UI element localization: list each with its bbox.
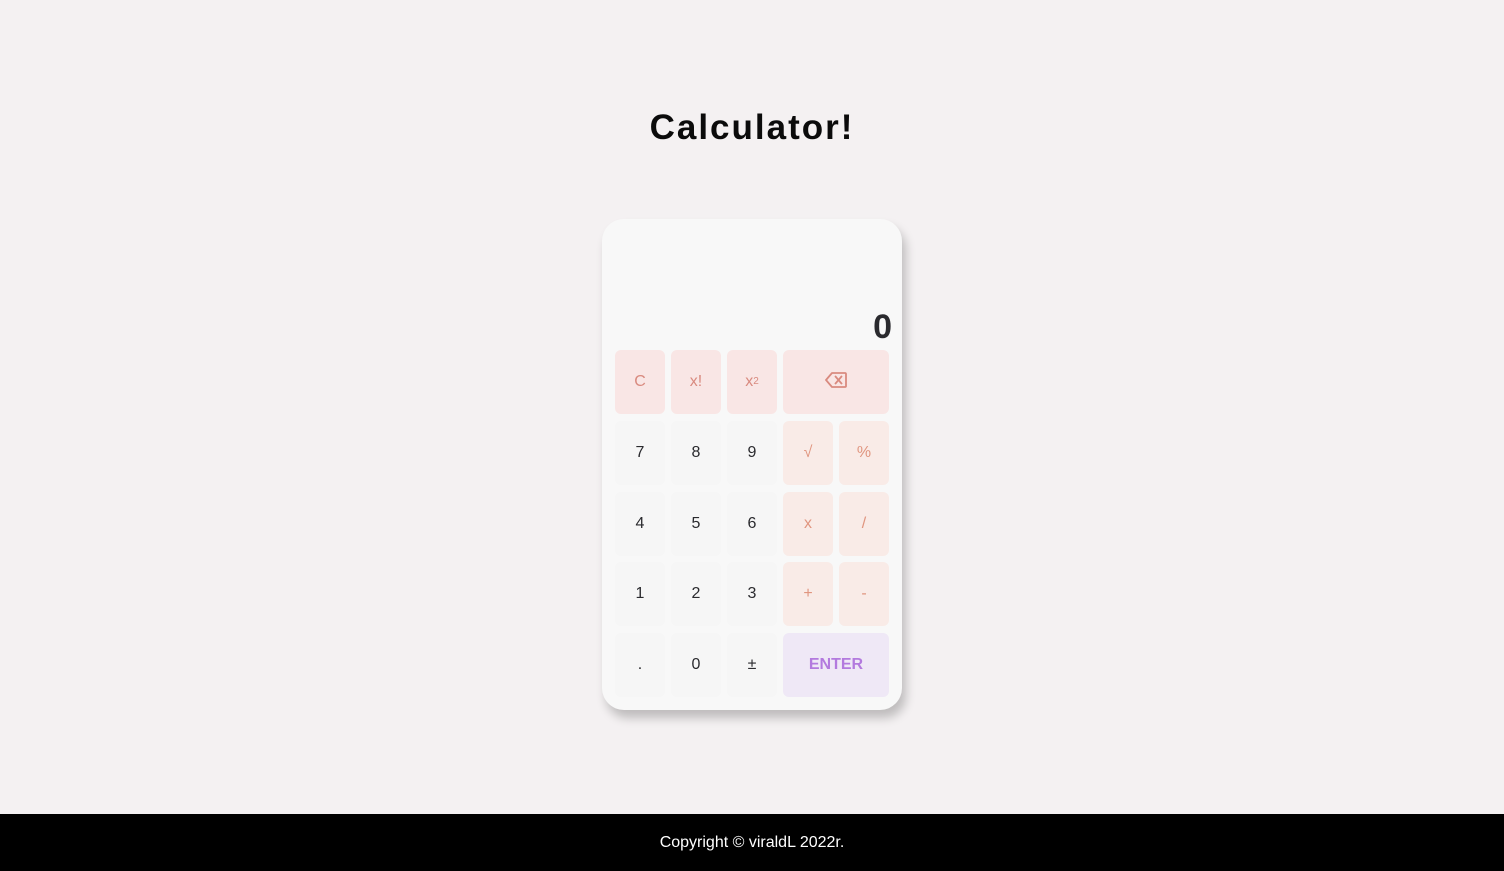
plus-button[interactable]: +	[783, 562, 833, 626]
digit-6-button[interactable]: 6	[727, 492, 777, 556]
factorial-button[interactable]: x!	[671, 350, 721, 414]
plus-minus-button[interactable]: ±	[727, 633, 777, 697]
percent-button[interactable]: %	[839, 421, 889, 485]
digit-1-button[interactable]: 1	[615, 562, 665, 626]
digit-8-button[interactable]: 8	[671, 421, 721, 485]
divide-button[interactable]: /	[839, 492, 889, 556]
backspace-icon	[825, 371, 847, 393]
square-button[interactable]: x2	[727, 350, 777, 414]
digit-3-button[interactable]: 3	[727, 562, 777, 626]
backspace-button[interactable]	[783, 350, 889, 414]
copyright-text: Copyright © viraldL 2022r.	[659, 833, 845, 851]
digit-7-button[interactable]: 7	[615, 421, 665, 485]
digit-4-button[interactable]: 4	[615, 492, 665, 556]
digit-9-button[interactable]: 9	[727, 421, 777, 485]
calculator: 0 C x! x2 7 8 9 √ % 4 5 6 x / 1 2 3 + - …	[602, 219, 902, 710]
digit-5-button[interactable]: 5	[671, 492, 721, 556]
sqrt-button[interactable]: √	[783, 421, 833, 485]
display-value: 0	[873, 308, 892, 346]
square-base-label: x	[745, 373, 754, 390]
decimal-button[interactable]: .	[615, 633, 665, 697]
page-title: Calculator!	[649, 108, 855, 147]
digit-2-button[interactable]: 2	[671, 562, 721, 626]
minus-button[interactable]: -	[839, 562, 889, 626]
enter-button[interactable]: ENTER	[783, 633, 889, 697]
clear-button[interactable]: C	[615, 350, 665, 414]
page: Calculator! 0 C x! x2 7 8 9 √ % 4 5 6 x …	[0, 0, 1504, 871]
calculator-display: 0	[602, 219, 902, 349]
footer: Copyright © viraldL 2022r.	[0, 814, 1504, 871]
digit-0-button[interactable]: 0	[671, 633, 721, 697]
multiply-button[interactable]: x	[783, 492, 833, 556]
